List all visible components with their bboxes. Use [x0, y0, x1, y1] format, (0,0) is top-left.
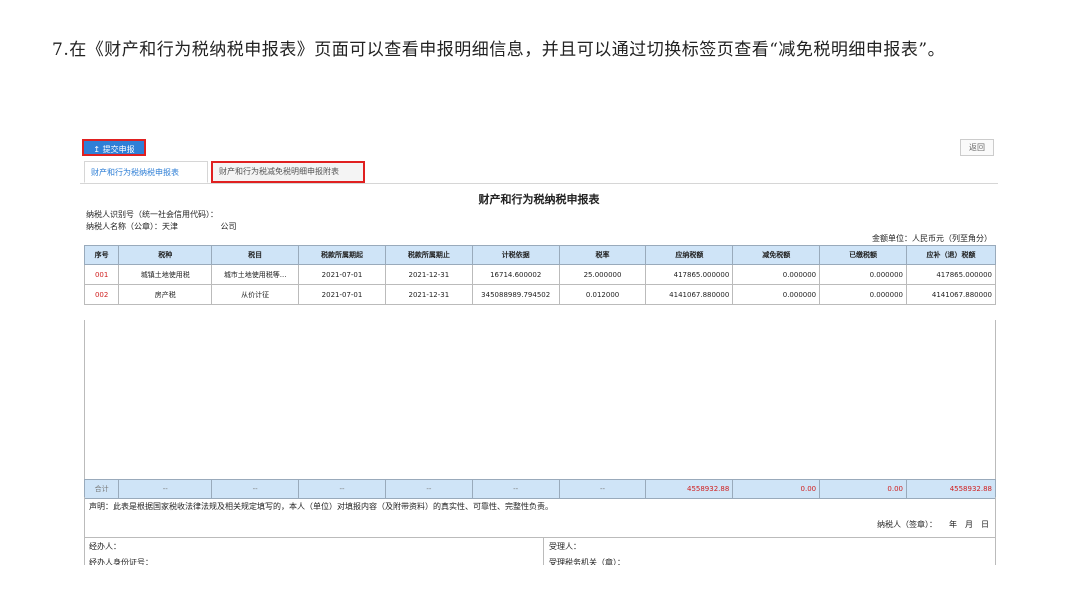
taxpayer-name-prefix: 纳税人名称（公章）：天津	[86, 222, 178, 231]
row-index-link[interactable]: 002	[83, 284, 120, 305]
total-tax-due: 4558932.88	[905, 479, 997, 499]
table-cell: 城市土地使用税等...	[211, 264, 300, 285]
table-cell: 2021-12-31	[384, 264, 473, 285]
table-cell: 16714.600002	[471, 264, 560, 285]
taxpayer-id-label: 纳税人识别号（统一社会信用代码）：	[86, 210, 218, 219]
table-cell: 4141067.880000	[905, 284, 997, 305]
taxpayer-signature: 纳税人（签章）： 年 月 日	[877, 520, 989, 529]
declaration-table: 序号 税种 税目 税款所属期起 税款所属期止 计税依据 税率 应纳税额 减免税额…	[83, 245, 997, 305]
col-header: 减免税额	[732, 245, 821, 265]
currency-unit-label: 金额单位：人民币元（列至角分）	[872, 234, 992, 243]
col-header: 应补（退）税额	[905, 245, 997, 265]
total-row: 合计 -- -- -- -- -- -- 4558932.88 0.00 0.0…	[83, 479, 997, 499]
table-cell: 2021-07-01	[298, 264, 386, 285]
table-cell: 0.012000	[558, 284, 647, 305]
taxpayer-name-label: 纳税人名称（公章）：天津 公司	[86, 221, 237, 232]
col-header: 税目	[211, 245, 300, 265]
total-cell: --	[471, 479, 560, 499]
table-row[interactable]: 001 城镇土地使用税 城市土地使用税等... 2021-07-01 2021-…	[83, 264, 997, 285]
taxpayer-name-suffix: 公司	[220, 222, 237, 231]
form-title: 财产和行为税纳税申报表	[478, 193, 600, 206]
col-header: 税款所属期止	[384, 245, 473, 265]
col-header: 已缴税额	[819, 245, 907, 265]
table-cell: 345088989.794502	[471, 284, 560, 305]
table-header-row: 序号 税种 税目 税款所属期起 税款所属期止 计税依据 税率 应纳税额 减免税额…	[83, 245, 997, 265]
handler-id-label: 经办人身份证号：	[89, 558, 153, 565]
upload-icon: ↥	[93, 145, 101, 154]
handler-box: 经办人： 经办人身份证号： 受理人： 受理税务机关（章）：	[84, 537, 996, 565]
total-cell: --	[118, 479, 213, 499]
table-cell: 从价计征	[211, 284, 300, 305]
table-cell: 0.000000	[732, 284, 821, 305]
back-button[interactable]: 返回	[960, 139, 994, 156]
col-header: 税率	[558, 245, 647, 265]
table-cell: 2021-12-31	[384, 284, 473, 305]
instruction-text: 7.在《财产和行为税纳税申报表》页面可以查看申报明细信息，并且可以通过切换标签页…	[52, 40, 946, 60]
table-cell: 0.000000	[819, 264, 907, 285]
col-header: 税种	[118, 245, 213, 265]
total-tax-reduction: 0.00	[732, 479, 821, 499]
submit-label: 提交申报	[102, 145, 135, 154]
declaration-statement: 声明：此表是根据国家税收法律法规及相关规定填写的，本人（单位）对填报内容（及附带…	[89, 502, 553, 511]
table-cell: 25.000000	[558, 264, 647, 285]
table-cell: 2021-07-01	[298, 284, 386, 305]
table-row[interactable]: 002 房产税 从价计征 2021-07-01 2021-12-31 34508…	[83, 284, 997, 305]
col-header: 计税依据	[471, 245, 560, 265]
table-cell: 房产税	[118, 284, 213, 305]
tax-form-panel: ↥ 提交申报 返回 财产和行为税纳税申报表 财产和行为税减免税明细申报附表 财产…	[80, 135, 998, 565]
tab-tax-declaration[interactable]: 财产和行为税纳税申报表	[84, 161, 208, 183]
total-cell: --	[558, 479, 647, 499]
submit-declaration-button[interactable]: ↥ 提交申报	[82, 139, 146, 156]
table-cell: 城镇土地使用税	[118, 264, 213, 285]
row-index-link[interactable]: 001	[83, 264, 120, 285]
receiver-label: 受理人：	[549, 542, 581, 551]
total-tax-payable: 4558932.88	[645, 479, 734, 499]
table-cell: 417865.000000	[905, 264, 997, 285]
total-label: 合计	[83, 479, 120, 499]
total-cell: --	[211, 479, 300, 499]
total-cell: --	[298, 479, 386, 499]
col-header: 序号	[83, 245, 120, 265]
declaration-box: 声明：此表是根据国家税收法律法规及相关规定填写的，本人（单位）对填报内容（及附带…	[84, 497, 996, 538]
table-cell: 4141067.880000	[645, 284, 734, 305]
table-cell: 417865.000000	[645, 264, 734, 285]
column-divider	[543, 537, 544, 565]
col-header: 应纳税额	[645, 245, 734, 265]
total-tax-paid: 0.00	[819, 479, 907, 499]
table-cell: 0.000000	[819, 284, 907, 305]
receiving-office-label: 受理税务机关（章）：	[549, 558, 625, 565]
table-empty-area	[84, 320, 996, 480]
handler-label: 经办人：	[89, 542, 121, 551]
table-cell: 0.000000	[732, 264, 821, 285]
tab-reduction-detail[interactable]: 财产和行为税减免税明细申报附表	[211, 161, 365, 183]
total-cell: --	[384, 479, 473, 499]
col-header: 税款所属期起	[298, 245, 386, 265]
tab-bar: 财产和行为税纳税申报表 财产和行为税减免税明细申报附表	[80, 161, 998, 184]
